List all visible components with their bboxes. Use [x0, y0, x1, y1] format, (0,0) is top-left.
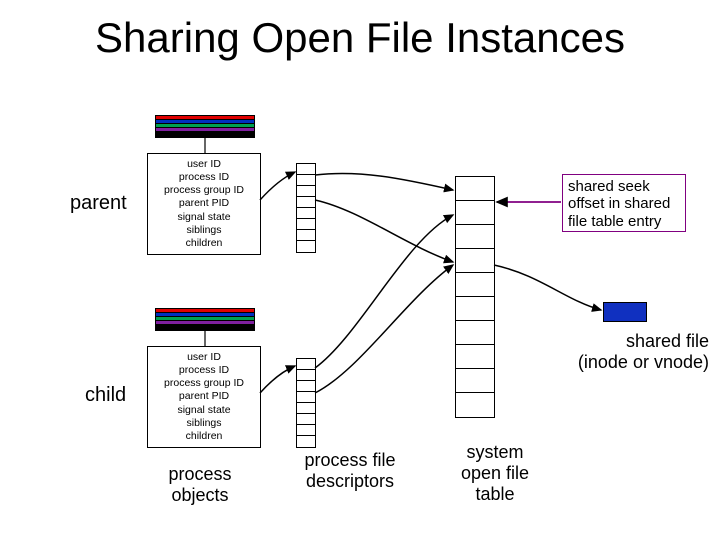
child-fd-table [296, 358, 316, 448]
proc-field: signal state [154, 211, 254, 224]
child-stack-icon [155, 308, 255, 330]
child-process-box: user ID process ID process group ID pare… [147, 346, 261, 448]
proc-field: process ID [154, 171, 254, 184]
pfd-caption: process filedescriptors [285, 450, 415, 492]
proc-field: parent PID [154, 390, 254, 403]
proc-field: user ID [154, 158, 254, 171]
proc-field: user ID [154, 351, 254, 364]
parent-label: parent [70, 192, 127, 215]
process-objects-caption: processobjects [140, 464, 260, 506]
proc-field: process group ID [154, 184, 254, 197]
proc-field: children [154, 237, 254, 250]
proc-field: process group ID [154, 377, 254, 390]
parent-fd-table [296, 163, 316, 253]
seek-note: shared seekoffset in sharedfile table en… [568, 178, 670, 230]
proc-field: siblings [154, 224, 254, 237]
page-title: Sharing Open File Instances [0, 14, 720, 62]
proc-field: process ID [154, 364, 254, 377]
parent-process-box: user ID process ID process group ID pare… [147, 153, 261, 255]
proc-field: parent PID [154, 197, 254, 210]
parent-stack-icon [155, 115, 255, 137]
proc-field: signal state [154, 404, 254, 417]
inode-icon [603, 302, 647, 322]
soft-caption: systemopen filetable [430, 442, 560, 505]
open-file-table [455, 176, 495, 418]
shared-file-note: shared file(inode or vnode) [554, 331, 709, 372]
child-label: child [85, 384, 126, 407]
proc-field: children [154, 430, 254, 443]
proc-field: siblings [154, 417, 254, 430]
